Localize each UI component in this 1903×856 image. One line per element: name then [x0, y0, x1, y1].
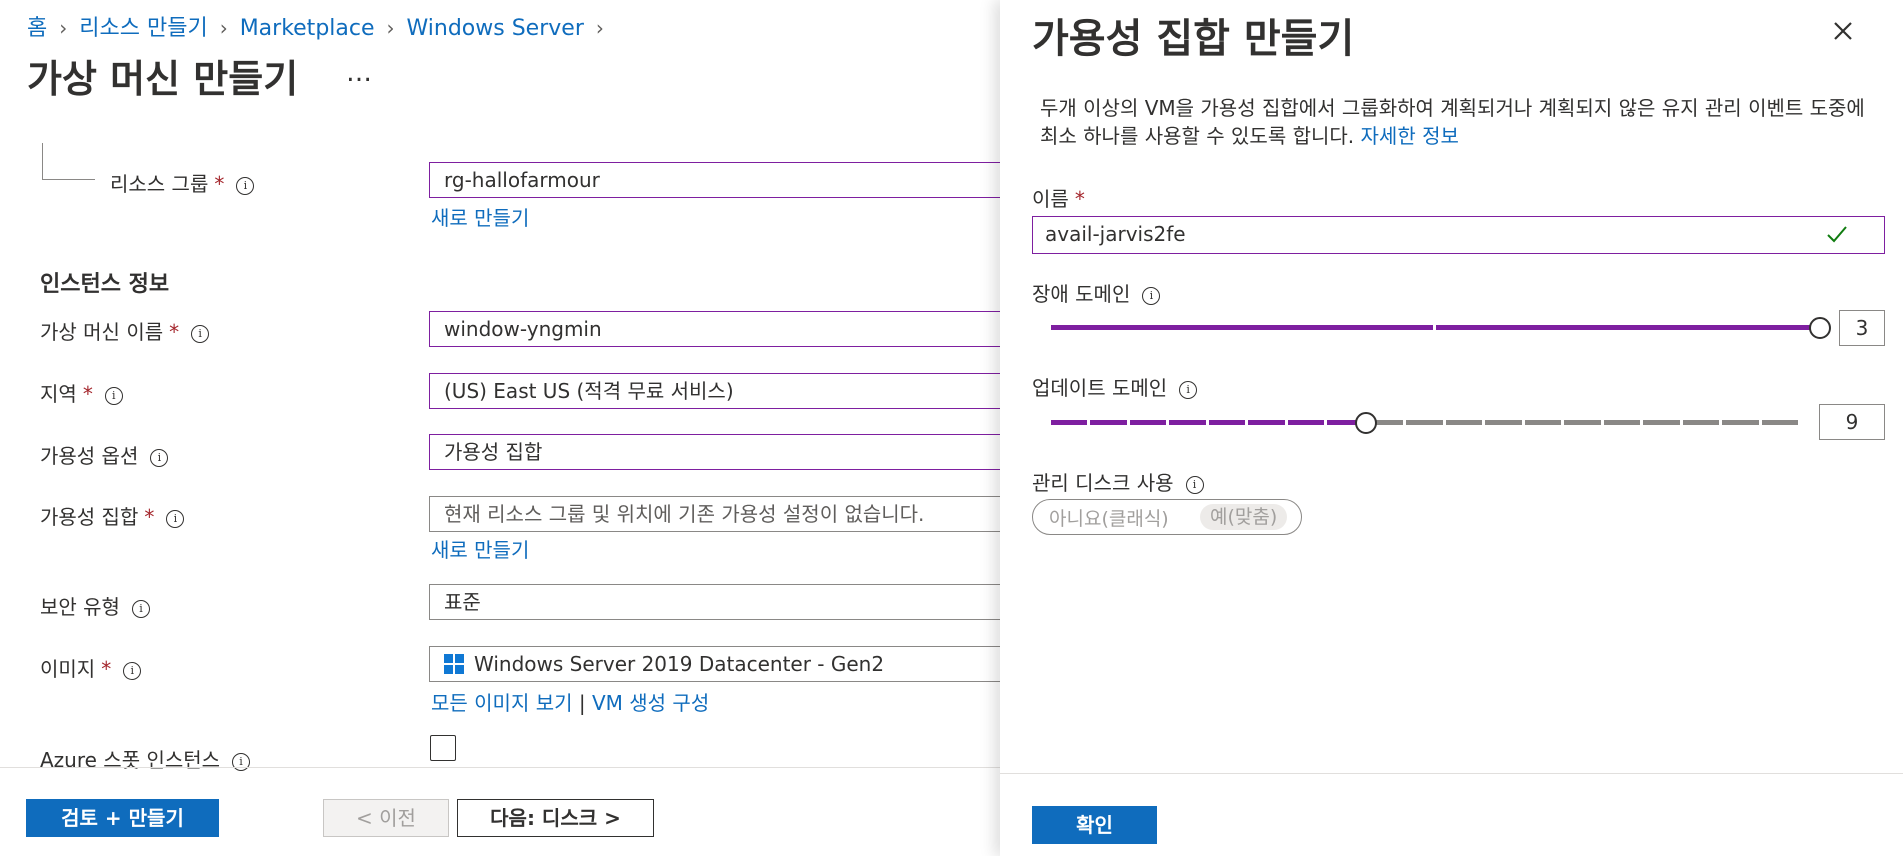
resource-group-label: 리소스 그룹 * i: [110, 168, 255, 197]
availability-set-select[interactable]: 현재 리소스 그룹 및 위치에 기존 가용성 설정이 없습니다.: [429, 496, 1029, 532]
info-icon[interactable]: i: [131, 599, 150, 618]
link-separator: |: [578, 691, 586, 715]
availability-options-label: 가용성 옵션 i: [40, 440, 169, 469]
region-label: 지역 * i: [40, 378, 123, 407]
image-label: 이미지 * i: [40, 653, 142, 682]
update-domains-label: 업데이트 도메인 i: [1032, 372, 1198, 401]
required-marker: *: [101, 657, 112, 681]
breadcrumb-windows-server[interactable]: Windows Server: [407, 16, 584, 41]
update-domains-slider-thumb[interactable]: [1354, 412, 1377, 434]
slider-segment: [1682, 420, 1720, 425]
managed-disks-option-yes[interactable]: 예(맞춤): [1200, 504, 1288, 530]
availability-set-label: 가용성 집합 * i: [40, 501, 185, 530]
required-marker: *: [82, 382, 93, 406]
fault-domains-label: 장애 도메인 i: [1032, 278, 1161, 307]
slider-segment: [1169, 420, 1206, 425]
spot-instance-label: Azure 스폿 인스턴스 i: [40, 744, 251, 773]
slider-segment: [1287, 420, 1325, 425]
create-availability-set-panel: 가용성 집합 만들기 두개 이상의 VM을 가용성 집합에서 그룹화하여 계획되…: [1000, 0, 1903, 856]
create-new-availability-set-link[interactable]: 새로 만들기: [431, 534, 529, 563]
info-icon[interactable]: i: [123, 661, 142, 680]
breadcrumb-home[interactable]: 홈: [27, 16, 47, 41]
managed-disks-toggle[interactable]: 아니요(클래식) 예(맞춤): [1032, 499, 1302, 535]
slider-segment: [1761, 420, 1798, 425]
fault-domains-value[interactable]: 3: [1839, 310, 1885, 346]
chevron-right-icon: ›: [219, 16, 228, 40]
image-select[interactable]: Windows Server 2019 Datacenter - Gen2: [429, 646, 1029, 682]
info-icon[interactable]: i: [1179, 380, 1198, 399]
name-label: 이름 *: [1032, 187, 1085, 211]
fault-domains-slider-track[interactable]: [1050, 325, 1820, 330]
slider-segment: [1051, 420, 1088, 425]
security-type-label: 보안 유형 i: [40, 591, 150, 620]
resource-group-select[interactable]: rg-hallofarmour: [429, 162, 1029, 198]
required-marker: *: [144, 505, 155, 529]
availability-set-name-input[interactable]: avail-jarvis2fe: [1032, 216, 1885, 254]
security-type-select[interactable]: 표준: [429, 584, 1029, 620]
review-create-button[interactable]: 검토 + 만들기: [26, 799, 219, 837]
slider-segment: [1485, 420, 1522, 425]
required-marker: *: [214, 172, 225, 196]
managed-disks-option-no[interactable]: 아니요(클래식): [1049, 504, 1169, 531]
ok-button[interactable]: 확인: [1032, 806, 1157, 844]
footer-divider: [0, 767, 1000, 768]
region-select[interactable]: (US) East US (적격 무료 서비스): [429, 373, 1029, 409]
close-icon[interactable]: [1828, 16, 1858, 46]
image-links: 모든 이미지 보기 | VM 생성 구성: [431, 687, 709, 716]
slider-segment: [1524, 420, 1562, 425]
managed-disks-label: 관리 디스크 사용 i: [1032, 467, 1204, 496]
info-icon[interactable]: i: [191, 324, 210, 343]
configure-vm-generation-link[interactable]: VM 생성 구성: [592, 691, 709, 715]
update-domains-slider-track[interactable]: [1050, 420, 1800, 425]
tree-connector: [42, 143, 95, 180]
required-marker: *: [169, 320, 180, 344]
spot-instance-checkbox[interactable]: [430, 735, 456, 761]
info-icon[interactable]: i: [166, 509, 185, 528]
more-options-button[interactable]: …: [346, 58, 374, 88]
previous-button[interactable]: < 이전: [323, 799, 449, 837]
info-icon[interactable]: i: [1185, 475, 1204, 494]
see-all-images-link[interactable]: 모든 이미지 보기: [431, 691, 573, 715]
vm-name-label: 가상 머신 이름 * i: [40, 316, 210, 345]
chevron-right-icon: ›: [386, 16, 395, 40]
slider-segment: [1722, 420, 1759, 425]
info-icon[interactable]: i: [104, 386, 123, 405]
slider-segment: [1603, 420, 1641, 425]
panel-title: 가용성 집합 만들기: [1032, 16, 1355, 62]
fault-domains-slider-thumb[interactable]: [1809, 317, 1831, 339]
slider-segment: [1129, 420, 1167, 425]
slider-segment: [1445, 420, 1483, 425]
slider-segment: [1051, 325, 1433, 330]
slider-segment: [1564, 420, 1601, 425]
update-domains-value[interactable]: 9: [1819, 404, 1885, 440]
info-icon[interactable]: i: [1142, 286, 1161, 305]
breadcrumb-marketplace[interactable]: Marketplace: [240, 16, 375, 41]
breadcrumb: 홈 › 리소스 만들기 › Marketplace › Windows Server ›: [27, 10, 616, 42]
required-marker: *: [1074, 187, 1085, 211]
vm-name-input[interactable]: window-yngmin: [429, 311, 1029, 347]
slider-segment: [1436, 325, 1818, 330]
check-icon: [1827, 226, 1847, 243]
slider-segment: [1208, 420, 1246, 425]
info-icon[interactable]: i: [236, 176, 255, 195]
learn-more-link[interactable]: 자세한 정보: [1361, 124, 1459, 148]
slider-segment: [1090, 420, 1127, 425]
instance-details-heading: 인스턴스 정보: [40, 272, 170, 297]
chevron-right-icon: ›: [595, 16, 604, 40]
slider-segment: [1643, 420, 1680, 425]
slider-segment: [1406, 420, 1443, 425]
chevron-right-icon: ›: [59, 16, 68, 40]
panel-description: 두개 이상의 VM을 가용성 집합에서 그룹화하여 계획되거나 계획되지 않은 …: [1040, 96, 1865, 148]
breadcrumb-create-resource[interactable]: 리소스 만들기: [79, 16, 207, 41]
info-icon[interactable]: i: [150, 448, 169, 467]
page-title: 가상 머신 만들기: [27, 57, 299, 101]
slider-segment: [1248, 420, 1285, 425]
panel-footer-divider: [1000, 773, 1903, 774]
create-new-resource-group-link[interactable]: 새로 만들기: [431, 202, 529, 231]
next-disks-button[interactable]: 다음: 디스크 >: [457, 799, 654, 837]
availability-options-select[interactable]: 가용성 집합: [429, 434, 1029, 470]
windows-logo-icon: [444, 653, 464, 674]
